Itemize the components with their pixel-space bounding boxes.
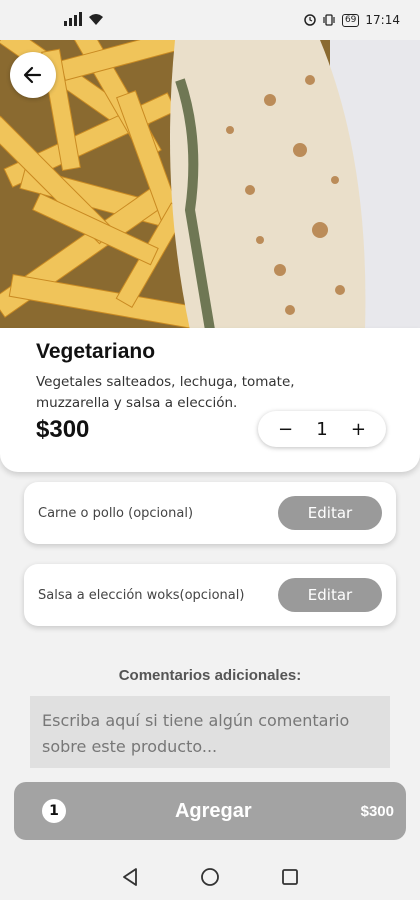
quantity-stepper: − 1 +	[258, 411, 386, 447]
item-count-badge: 1	[42, 799, 66, 823]
edit-button[interactable]: Editar	[278, 578, 382, 612]
product-price: $300	[36, 416, 90, 443]
status-time: 17:14	[365, 13, 400, 27]
edit-button[interactable]: Editar	[278, 496, 382, 530]
square-recents-icon	[282, 869, 298, 885]
comments-field[interactable]	[30, 696, 390, 772]
option-label: Salsa a elección woks(opcional)	[38, 587, 245, 603]
nav-recents-button[interactable]	[275, 862, 305, 892]
add-label: Agregar	[174, 799, 252, 822]
battery-icon: 69	[341, 13, 360, 27]
option-card-sauce: Salsa a elección woks(opcional) Editar	[24, 564, 396, 626]
increment-button[interactable]: +	[351, 419, 366, 440]
option-label: Carne o pollo (opcional)	[38, 505, 194, 521]
decrement-button[interactable]: −	[278, 419, 293, 440]
status-bar: 69 17:14	[0, 0, 420, 40]
vibrate-icon	[323, 14, 335, 26]
product-description: Vegetales salteados, lechuga, tomate, mu…	[36, 374, 295, 411]
system-nav-bar	[0, 854, 420, 900]
nav-back-button[interactable]	[115, 862, 145, 892]
arrow-left-icon	[23, 66, 42, 84]
wifi-icon	[89, 13, 103, 25]
add-to-cart-button[interactable]: 1 Agregar $300	[14, 782, 406, 840]
comments-title: Comentarios adicionales:	[118, 667, 302, 684]
product-photo	[0, 40, 420, 330]
alarm-icon	[304, 14, 316, 26]
triangle-back-icon	[123, 868, 137, 886]
product-image	[0, 40, 420, 330]
status-left	[64, 12, 104, 26]
circle-home-icon	[201, 868, 219, 886]
nav-home-button[interactable]	[195, 862, 225, 892]
add-total: $300	[360, 802, 394, 820]
product-name: Vegetariano	[36, 340, 156, 363]
product-card: Vegetariano Vegetales salteados, lechuga…	[0, 328, 420, 472]
signal-icon	[64, 12, 82, 26]
back-button[interactable]	[10, 52, 56, 98]
option-card-meat: Carne o pollo (opcional) Editar	[24, 482, 396, 544]
quantity-value: 1	[316, 418, 328, 440]
